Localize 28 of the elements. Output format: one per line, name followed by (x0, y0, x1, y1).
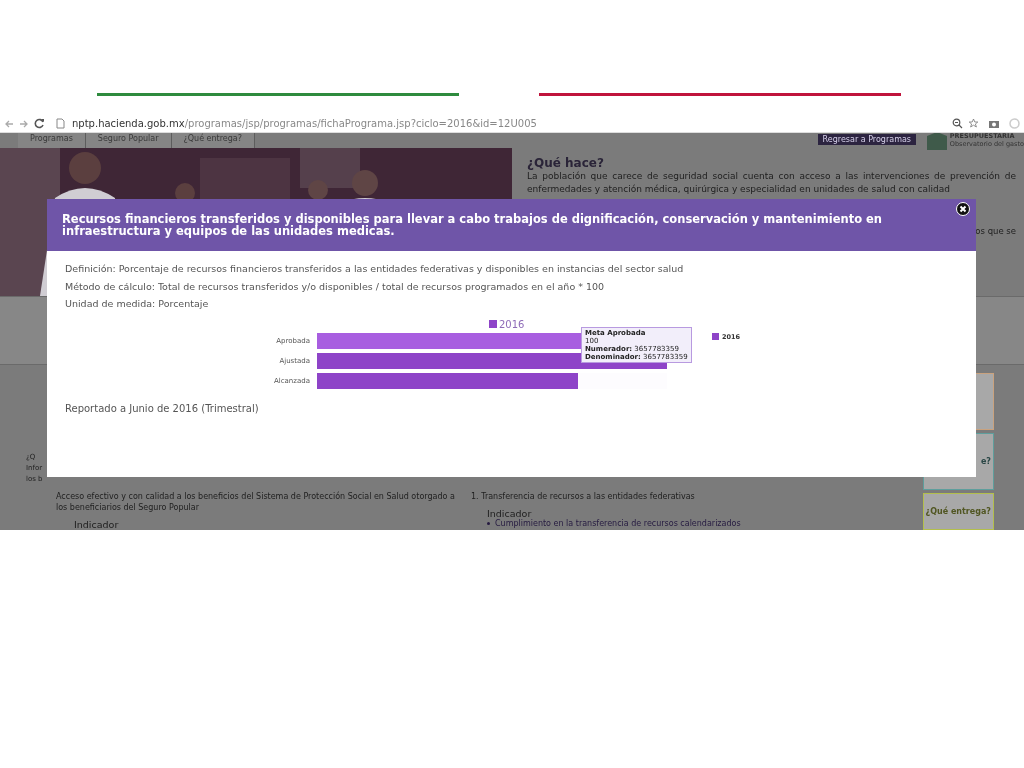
section-text: os que se (975, 226, 1016, 236)
section-text: La población que carece de seguridad social cuenta con acceso a las intervenciones de prevención de enfermedades y atención médica, quirúrgica y especialidad en unidades de salud con calidad (527, 170, 1016, 196)
page-icon (56, 118, 65, 129)
nav-tab[interactable]: ¿Qué entrega? (171, 133, 255, 148)
chart-bar[interactable] (317, 372, 578, 389)
nav-tab[interactable]: Programas (18, 133, 86, 148)
component-text: 1. Transferencia de recursos a las entidades federativas (471, 491, 696, 502)
back-to-programs-button[interactable]: Regresar a Programas (817, 134, 916, 145)
side-card[interactable]: ¿Qué entrega? (923, 493, 994, 530)
objective-text: Acceso efectivo y con calidad a los beneficios del Sistema de Protección Social en Salud otorgado a los beneficiarios del Seguro Popular (56, 491, 456, 513)
field-text: Definición: Porcentaje de recursos financieros transferidos a las entidades federativas y disponibles en instancias del sector salud (65, 262, 685, 276)
field-text: Método de cálculo: Total de recursos transferidos y/o disponibles / total de recursos programados en el año * 100 (65, 279, 606, 294)
indicator-item: Cumplimiento en la transferencia de recursos calendarizados (495, 519, 741, 528)
chart-legend: 2016 (489, 318, 958, 330)
close-icon[interactable] (956, 202, 970, 216)
reload-icon[interactable] (34, 118, 45, 129)
field-text: Unidad de medida: Porcentaje (65, 297, 210, 311)
star-icon[interactable] (968, 118, 979, 129)
bullet-icon (487, 522, 490, 525)
section-heading: ¿Qué hace? (527, 156, 605, 170)
address-bar[interactable]: nptp.hacienda.gob.mx/programas/jsp/programas/fichaPrograma.jsp?ciclo=2016&id=12U005 (72, 118, 537, 129)
indicator-label: Indicador (487, 508, 533, 519)
report-note: Reportado a Junio de 2016 (Trimestral) (65, 402, 260, 414)
modal-title: Recursos financieros transferidos y disponibles para llevar a cabo trabajos de dignificación, conservación y mantenimiento en infraestructura y equipos de las unidades medicas. (62, 213, 884, 237)
nav-tab[interactable]: Seguro Popular (85, 133, 172, 148)
zoom-icon[interactable] (952, 118, 963, 129)
indicator-label: Indicador (74, 519, 120, 530)
camera-icon[interactable] (988, 118, 1000, 129)
